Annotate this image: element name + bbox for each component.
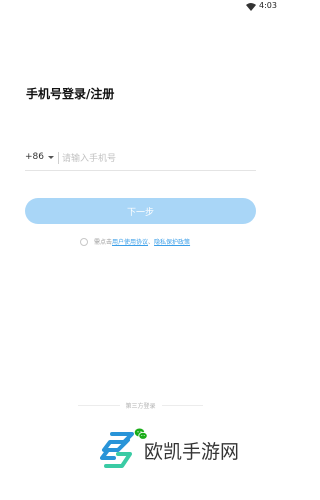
chevron-down-icon bbox=[48, 155, 54, 159]
divider-line-right bbox=[161, 405, 204, 406]
phone-input[interactable] bbox=[60, 150, 252, 168]
third-party-label: 第三方登录 bbox=[125, 403, 156, 410]
status-bar: 4:03 bbox=[0, 0, 281, 14]
next-button[interactable]: 下一步 bbox=[25, 198, 256, 224]
input-divider bbox=[58, 152, 59, 164]
agreement-text: 需点击用户使用协议、隐私保护政策 bbox=[94, 237, 190, 246]
country-code-selector[interactable]: +86 bbox=[25, 152, 54, 162]
privacy-policy-link[interactable]: 隐私保护政策 bbox=[154, 239, 190, 246]
agreement-row: 需点击用户使用协议、隐私保护政策 bbox=[80, 237, 190, 246]
country-code-label: +86 bbox=[25, 152, 44, 162]
status-time: 4:03 bbox=[259, 1, 277, 10]
user-agreement-link[interactable]: 用户使用协议 bbox=[112, 239, 148, 246]
divider-line-left bbox=[78, 405, 120, 406]
agreement-checkbox[interactable] bbox=[80, 237, 88, 246]
wifi-icon bbox=[246, 3, 256, 11]
watermark: 欧凯手游网 bbox=[98, 430, 239, 470]
input-underline bbox=[25, 170, 256, 171]
page-title: 手机号登录/注册 bbox=[26, 87, 115, 101]
third-party-divider: 第三方登录 bbox=[78, 401, 204, 410]
agreement-prefix: 需点击 bbox=[94, 239, 113, 246]
watermark-text: 欧凯手游网 bbox=[144, 440, 240, 463]
watermark-logo-icon bbox=[100, 432, 134, 468]
